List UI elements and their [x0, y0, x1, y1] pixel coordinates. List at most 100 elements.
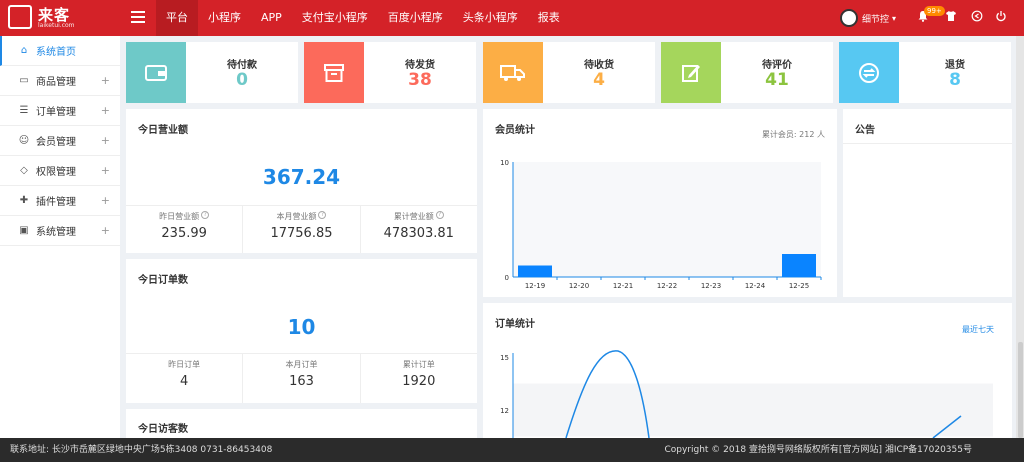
stat-label: 待评价: [762, 60, 792, 71]
sidebar-item-label: 系统首页: [36, 47, 76, 58]
user-icon: ☺: [18, 135, 30, 146]
stat-card-pending-receipt[interactable]: 待收货 4: [483, 42, 655, 103]
refund-icon: [839, 42, 899, 103]
nav-tab-miniprogram[interactable]: 小程序: [198, 0, 251, 36]
monitor-icon: ▣: [19, 225, 29, 236]
x-tick-label: 12-25: [789, 282, 809, 290]
summary-cell: 累计订单 1920: [361, 354, 477, 403]
revenue-panel: 今日营业额 367.24 昨日营业额? 235.99 本月营业额? 17756.…: [126, 109, 477, 253]
expand-icon: +: [100, 164, 110, 177]
stat-card-returns[interactable]: 退货 8: [839, 42, 1011, 103]
nav-tab-platform[interactable]: 平台: [156, 0, 198, 36]
stat-label: 退货: [945, 60, 965, 71]
order-line-chart: 15129: [500, 350, 993, 438]
menu-toggle-icon[interactable]: [131, 11, 145, 23]
logo-mark-icon: [8, 5, 32, 29]
cell-label: 昨日订单: [168, 360, 201, 369]
footer-copyright: Copyright © 2018 壹拾捌号网络版权所有[官方网站] 湘ICP备1…: [664, 445, 972, 455]
panel-title: 订单统计: [495, 319, 535, 330]
x-tick-label: 12-24: [745, 282, 766, 290]
cell-label: 累计订单: [402, 360, 435, 369]
sidebar: ⌂ 系统首页 ▭ 商品管理 + ☰ 订单管理 + ☺ 会员管理 + ◇ 权限管理…: [0, 36, 120, 438]
footer-address: 联系地址: 长沙市岳麓区绿地中央广场5栋3408 0731-86453408: [10, 445, 273, 455]
sidebar-item-permissions[interactable]: ◇ 权限管理 +: [0, 156, 120, 186]
power-icon[interactable]: [994, 10, 1008, 24]
divider: [843, 143, 1012, 144]
x-tick-label: 12-20: [569, 282, 589, 290]
sidebar-item-home[interactable]: ⌂ 系统首页: [0, 36, 120, 66]
sidebar-item-label: 系统管理: [36, 227, 76, 238]
stat-value: 4: [593, 70, 605, 90]
summary-cell: 昨日订单 4: [126, 354, 244, 403]
expand-icon: +: [100, 74, 110, 87]
expand-icon: +: [100, 134, 110, 147]
box-icon: ▭: [19, 75, 29, 86]
cell-value: 163: [289, 374, 314, 389]
plot-band: [513, 383, 993, 437]
sidebar-item-label: 插件管理: [36, 197, 76, 208]
x-tick-label: 12-23: [701, 282, 721, 290]
nav-tab-toutiao[interactable]: 头条小程序: [453, 0, 528, 36]
x-tick-label: 12-22: [657, 282, 677, 290]
home-icon: ⌂: [20, 45, 28, 56]
nav-tab-app[interactable]: APP: [251, 0, 292, 36]
total-members: 累计会员: 212 人: [761, 130, 825, 139]
sidebar-item-system[interactable]: ▣ 系统管理 +: [0, 216, 120, 246]
wallet-icon: [126, 42, 186, 103]
summary-cell: 累计营业额? 478303.81: [361, 206, 477, 253]
summary-cell: 本月营业额? 17756.85: [243, 206, 361, 253]
stat-value: 8: [949, 70, 961, 90]
expand-icon: +: [100, 104, 110, 117]
stat-card-pending-shipment[interactable]: 待发货 38: [304, 42, 476, 103]
cell-value: 478303.81: [383, 226, 454, 241]
summary-cell: 本月订单 163: [243, 354, 361, 403]
y-tick-label: 10: [500, 159, 509, 167]
box-icon: [304, 42, 364, 103]
cell-value: 4: [180, 374, 189, 389]
bar: [782, 254, 816, 277]
panel-title: 今日营业额: [138, 125, 188, 136]
sidebar-item-orders[interactable]: ☰ 订单管理 +: [0, 96, 120, 126]
visitors-panel: 今日访客数: [126, 409, 477, 438]
cell-label: 昨日营业额: [159, 212, 200, 221]
stat-card-pending-review[interactable]: 待评价 41: [661, 42, 833, 103]
stat-value: 0: [236, 70, 248, 90]
sidebar-item-products[interactable]: ▭ 商品管理 +: [0, 66, 120, 96]
plot-area: [513, 162, 821, 277]
help-icon[interactable]: ?: [201, 211, 210, 219]
y-tick-label: 12: [500, 407, 509, 415]
bar: [518, 265, 552, 277]
panel-title: 今日访客数: [138, 424, 188, 435]
y-tick-label: 15: [500, 354, 509, 362]
notification-badge: 99+: [924, 6, 945, 16]
help-icon[interactable]: ?: [318, 211, 327, 219]
y-tick-label: 0: [505, 274, 509, 282]
stat-card-pending-payment[interactable]: 待付款 0: [126, 42, 298, 103]
cell-value: 17756.85: [270, 226, 333, 241]
scrollbar-thumb[interactable]: [1018, 342, 1023, 438]
nav-tab-report[interactable]: 报表: [528, 0, 570, 36]
member-stats-panel: 会员统计 累计会员: 212 人 0 10 12-19 12-20 12-21 12-22…: [483, 109, 837, 297]
order-icon: ☰: [19, 105, 29, 116]
nav-tab-alipay[interactable]: 支付宝小程序: [292, 0, 378, 36]
cell-value: 1920: [402, 374, 436, 389]
stat-label: 待发货: [405, 60, 435, 71]
brand-logo[interactable]: 来客 laiketui.com: [8, 5, 108, 31]
today-orders: 10: [287, 315, 316, 339]
help-icon[interactable]: ?: [435, 211, 444, 219]
panel-title: 公告: [855, 125, 875, 136]
cell-label: 本月营业额: [276, 212, 317, 221]
sidebar-item-members[interactable]: ☺ 会员管理 +: [0, 126, 120, 156]
back-icon[interactable]: [970, 10, 984, 24]
shield-icon: ◇: [20, 165, 28, 176]
edit-icon: [661, 42, 721, 103]
revenue-summary: 昨日营业额? 235.99 本月营业额? 17756.85 累计营业额? 478…: [126, 205, 477, 253]
top-nav: 平台 小程序 APP 支付宝小程序 百度小程序 头条小程序 报表: [156, 0, 570, 36]
sidebar-item-plugins[interactable]: ✚ 插件管理 +: [0, 186, 120, 216]
cell-label: 本月订单: [285, 360, 318, 369]
shirt-icon[interactable]: [944, 10, 958, 24]
nav-tab-baidu[interactable]: 百度小程序: [378, 0, 453, 36]
range-selector[interactable]: 最近七天: [962, 324, 994, 335]
user-menu[interactable]: 细节控 ▾: [840, 8, 896, 28]
panel-title: 今日订单数: [138, 275, 188, 286]
